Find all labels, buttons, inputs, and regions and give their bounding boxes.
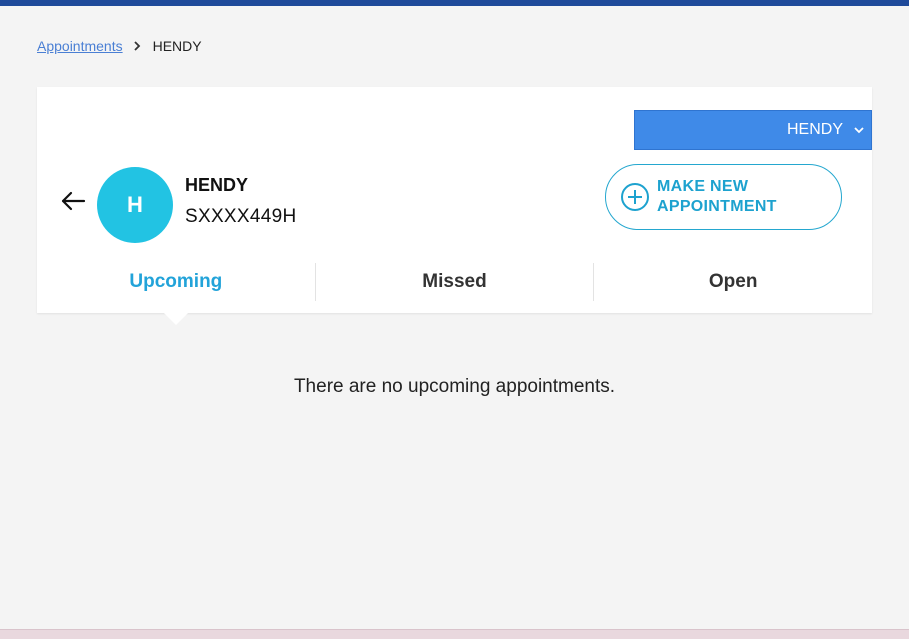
back-button[interactable]: [59, 189, 87, 213]
avatar: H: [97, 167, 173, 243]
chevron-right-icon: [133, 41, 141, 51]
breadcrumb-link-appointments[interactable]: Appointments: [37, 38, 123, 54]
appointment-tabs: Upcoming Missed Open: [37, 263, 872, 301]
tab-open[interactable]: Open: [594, 263, 872, 301]
tab-missed[interactable]: Missed: [316, 263, 594, 301]
make-new-appointment-button[interactable]: MAKE NEW APPOINTMENT: [605, 164, 842, 230]
patient-selector-value: HENDY: [786, 121, 843, 138]
patient-id: SXXXX449H: [185, 206, 297, 227]
patient-name: HENDY: [185, 175, 249, 195]
plus-circle-icon: [620, 182, 650, 212]
active-tab-pointer: [164, 313, 188, 325]
arrow-left-icon: [60, 190, 86, 212]
patient-selector-dropdown[interactable]: HENDY: [634, 110, 872, 150]
top-header-bar: [0, 0, 909, 6]
tab-upcoming[interactable]: Upcoming: [37, 263, 315, 301]
breadcrumb: Appointments HENDY: [37, 38, 202, 54]
make-new-appointment-label: MAKE NEW APPOINTMENT: [657, 178, 777, 215]
patient-card: HENDY H HENDY SXXXX449H MAKE NEW APPOINT…: [37, 87, 872, 313]
empty-state-message: There are no upcoming appointments.: [293, 376, 616, 397]
breadcrumb-current: HENDY: [152, 38, 202, 54]
chevron-down-icon: [853, 126, 865, 134]
